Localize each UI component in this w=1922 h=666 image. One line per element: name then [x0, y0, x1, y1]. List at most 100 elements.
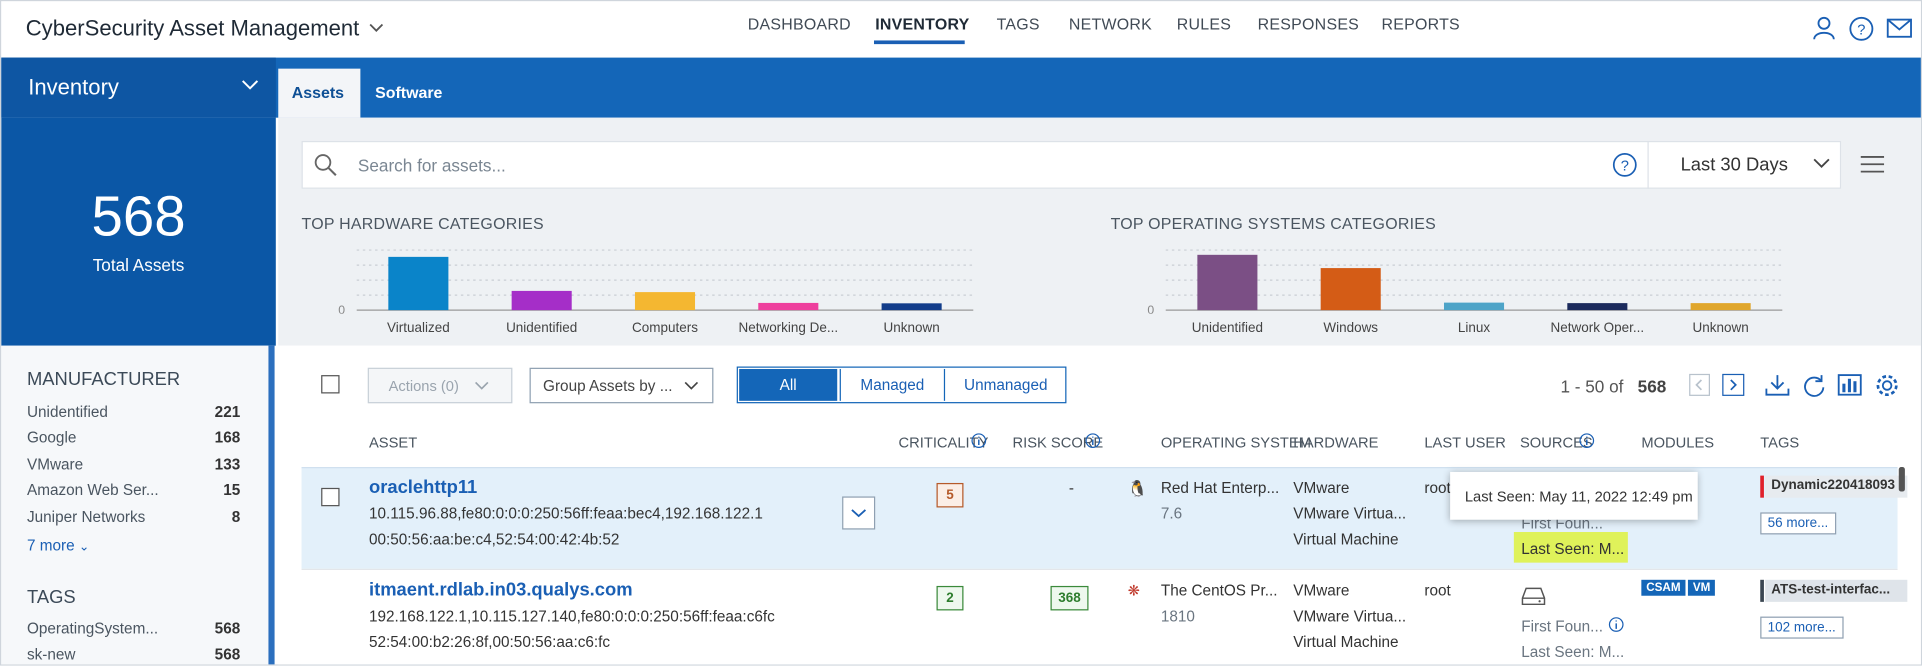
info-icon[interactable]	[1579, 433, 1595, 449]
facet-item[interactable]: sk-new 568	[27, 646, 240, 663]
facet-item[interactable]: Unidentified 221	[27, 403, 240, 420]
app-switcher-chevron-icon[interactable]	[369, 22, 384, 34]
filter-unmanaged[interactable]: Unmanaged	[943, 368, 1067, 401]
last-seen[interactable]: Last Seen: M...	[1521, 644, 1624, 661]
facet-tags-title: TAGS	[26, 587, 76, 608]
bar-computers[interactable]	[634, 292, 696, 311]
search-input[interactable]: Search for assets...	[358, 156, 506, 176]
col-tags[interactable]: TAGS	[1760, 434, 1799, 451]
bar-virtualized[interactable]	[388, 256, 449, 311]
bar-unidentified[interactable]	[511, 290, 572, 311]
y-tick-label: 0	[338, 303, 345, 314]
date-range-select[interactable]: Last 30 Days	[1681, 154, 1788, 175]
hard-drive-icon	[1521, 587, 1546, 606]
os-version: 7.6	[1160, 505, 1183, 523]
facet-count: 568	[214, 620, 241, 638]
chevron-down-icon	[475, 381, 489, 390]
actions-button[interactable]: Actions (0)	[367, 367, 513, 404]
download-icon[interactable]	[1765, 374, 1790, 397]
facet-item[interactable]: Amazon Web Ser... 15	[27, 482, 240, 499]
nav-network[interactable]: NETWORK	[1069, 15, 1152, 33]
col-operating-system[interactable]: OPERATING SYSTEM	[1161, 434, 1311, 451]
facet-label: VMware	[26, 455, 84, 474]
facet-scrollbar[interactable]	[268, 345, 275, 665]
last-user: root	[1424, 479, 1451, 497]
info-icon[interactable]	[1085, 433, 1101, 449]
menu-icon[interactable]	[1860, 154, 1886, 174]
asset-macs: 52:54:00:b2:26:8f,00:50:56:aa:c6:fc	[368, 633, 611, 651]
facet-item[interactable]: VMware 133	[27, 456, 240, 473]
row-checkbox[interactable]	[321, 487, 340, 507]
criticality-badge: 2	[936, 585, 964, 611]
bar-windows[interactable]	[1320, 268, 1381, 311]
os-version: 1810	[1160, 607, 1195, 626]
module-badge: CSAM	[1641, 579, 1686, 596]
search-bar[interactable]	[301, 140, 1842, 189]
nav-tags[interactable]: TAGS	[997, 15, 1040, 33]
col-last-user[interactable]: LAST USER	[1424, 434, 1505, 451]
nav-responses[interactable]: RESPONSES	[1258, 15, 1359, 33]
facet-count: 133	[214, 455, 241, 474]
filter-managed[interactable]: Managed	[839, 368, 944, 401]
tab-software[interactable]: Software	[375, 83, 442, 101]
chevron-down-icon	[684, 381, 699, 390]
facet-count: 568	[214, 645, 241, 664]
chart-title-os: TOP OPERATING SYSTEMS CATEGORIES	[1110, 214, 1437, 233]
tag-color-marker	[1760, 475, 1764, 498]
info-icon[interactable]	[971, 433, 987, 449]
chevron-down-icon[interactable]	[1813, 158, 1830, 169]
mail-icon[interactable]	[1886, 16, 1914, 41]
hw-vendor: VMware	[1293, 582, 1350, 600]
asset-name-link[interactable]: oraclehttp11	[369, 477, 477, 498]
info-icon[interactable]	[1608, 617, 1624, 633]
facet-item[interactable]: OperatingSystem... 568	[27, 620, 240, 637]
more-tags-button[interactable]: 56 more...	[1760, 512, 1836, 535]
bar-unknown[interactable]	[1690, 303, 1751, 311]
bar-networking-de-[interactable]	[758, 302, 819, 311]
settings-gear-icon[interactable]	[1874, 373, 1900, 399]
col-hardware[interactable]: HARDWARE	[1293, 434, 1378, 451]
nav-dashboard[interactable]: DASHBOARD	[748, 15, 851, 33]
query-help-icon[interactable]: ?	[1612, 152, 1638, 178]
user-icon[interactable]	[1813, 16, 1835, 41]
risk-score-badge: 368	[1050, 585, 1089, 611]
row-expand-button[interactable]	[842, 496, 876, 530]
facet-item[interactable]: Google 168	[27, 429, 240, 446]
nav-rules[interactable]: RULES	[1177, 15, 1231, 33]
table-scrollbar[interactable]	[1898, 467, 1905, 492]
app-title: CyberSecurity Asset Management	[25, 15, 360, 41]
last-seen[interactable]: Last Seen: M...	[1521, 541, 1624, 558]
prev-page-button[interactable]	[1689, 373, 1710, 396]
more-tags-button[interactable]: 102 more...	[1760, 616, 1844, 639]
bar-unknown[interactable]	[881, 303, 942, 311]
refresh-icon[interactable]	[1802, 374, 1827, 399]
os-chart: 0	[1147, 249, 1783, 314]
nav-reports[interactable]: REPORTS	[1381, 15, 1459, 33]
select-all-checkbox[interactable]	[321, 375, 340, 394]
col-asset[interactable]: ASSET	[369, 434, 417, 451]
first-found: First Foun...	[1521, 617, 1603, 635]
help-icon[interactable]: ?	[1849, 16, 1875, 42]
next-page-button[interactable]	[1722, 373, 1745, 396]
chart-title-hardware: TOP HARDWARE CATEGORIES	[301, 214, 544, 233]
tag-chip[interactable]: ATS-test-interfac...	[1765, 579, 1908, 602]
chevron-down-icon[interactable]	[241, 80, 259, 91]
chart-toggle-icon[interactable]	[1837, 374, 1862, 396]
facet-label: Unidentified	[26, 403, 108, 421]
chevron-down-icon	[851, 509, 867, 518]
bar-linux[interactable]	[1443, 302, 1505, 311]
svg-text:?: ?	[1621, 158, 1629, 174]
nav-inventory[interactable]: INVENTORY	[875, 15, 969, 33]
bar-network-oper-[interactable]	[1567, 303, 1628, 311]
group-by-select[interactable]: Group Assets by ...	[529, 367, 714, 404]
filter-all[interactable]: All	[739, 368, 838, 401]
col-modules[interactable]: MODULES	[1641, 434, 1714, 451]
tag-chip[interactable]: Dynamic220418093	[1765, 475, 1908, 498]
bar-unidentified[interactable]	[1197, 254, 1258, 311]
asset-macs: 00:50:56:aa:be:c4,52:54:00:42:4b:52	[368, 530, 620, 548]
hardware-chart: 0	[338, 249, 974, 314]
facet-item[interactable]: Juniper Networks 8	[27, 509, 240, 526]
bar-category-label: Virtualized	[386, 321, 450, 336]
facet-more-link[interactable]: 7 more ⌄	[27, 537, 89, 554]
asset-name-link[interactable]: itmaent.rdlab.in03.qualys.com	[369, 580, 633, 601]
